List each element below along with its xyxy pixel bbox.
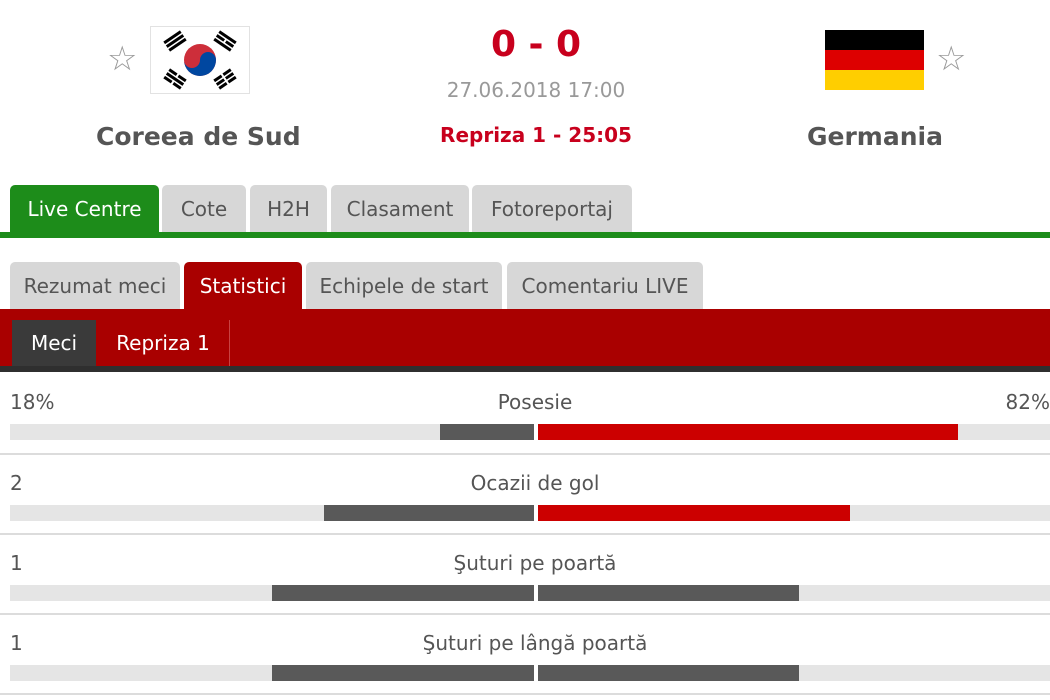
stat-home-bar (272, 665, 534, 681)
period-tabs-underline (0, 366, 1050, 372)
stat-home-bar (272, 585, 534, 601)
stat-home-bar (324, 505, 534, 521)
tab-cote[interactable]: Cote (162, 185, 246, 233)
germany-flag-icon (825, 30, 924, 90)
stat-away-bar-track (538, 424, 1050, 440)
away-team-name[interactable]: Germania (807, 122, 943, 151)
stat-away-bar (538, 665, 799, 681)
stat-label: Şuturi pe lângă poartă (422, 631, 648, 655)
away-favorite-star-icon[interactable]: ☆ (936, 42, 966, 76)
stat-label: Ocazii de gol (470, 471, 600, 495)
stat-away-bar (538, 585, 799, 601)
stat-home-bar-track (10, 505, 534, 521)
stat-label: Şuturi pe poartă (453, 551, 617, 575)
stat-away-value: 82% (1005, 390, 1050, 414)
stat-row-posesie: 18% Posesie 82% (0, 374, 1050, 454)
tab-statistici[interactable]: Statistici (184, 262, 302, 310)
stat-away-bar-track (538, 585, 1050, 601)
tab-clasament[interactable]: Clasament (331, 185, 469, 233)
stat-away-bar (538, 424, 958, 440)
period-tab-meci[interactable]: Meci (12, 320, 96, 366)
stat-home-bar (440, 424, 534, 440)
stat-label: Posesie (497, 390, 573, 414)
stat-home-bar-track (10, 665, 534, 681)
stat-away-bar (538, 505, 850, 521)
main-tabs-underline (0, 232, 1050, 238)
stat-away-bar-track (538, 665, 1050, 681)
period-tab-divider (229, 320, 230, 366)
stat-row-suturi-pe-langa-poarta: 1 Şuturi pe lângă poartă (0, 615, 1050, 695)
stat-home-bar-track (10, 585, 534, 601)
tab-rezumat-meci[interactable]: Rezumat meci (10, 262, 180, 310)
stat-row-ocazii-de-gol: 2 Ocazii de gol (0, 455, 1050, 535)
stat-row-divider (0, 693, 1050, 695)
tab-comentariu-live[interactable]: Comentariu LIVE (507, 262, 703, 310)
tab-live-centre[interactable]: Live Centre (10, 185, 159, 233)
stat-home-bar-track (10, 424, 534, 440)
stat-row-suturi-pe-poarta: 1 Şuturi pe poartă (0, 535, 1050, 615)
tab-echipele-de-start[interactable]: Echipele de start (306, 262, 502, 310)
tab-fotoreportaj[interactable]: Fotoreportaj (472, 185, 632, 233)
stat-away-bar-track (538, 505, 1050, 521)
tab-h2h[interactable]: H2H (250, 185, 327, 233)
period-tab-repriza-1[interactable]: Repriza 1 (97, 320, 229, 366)
